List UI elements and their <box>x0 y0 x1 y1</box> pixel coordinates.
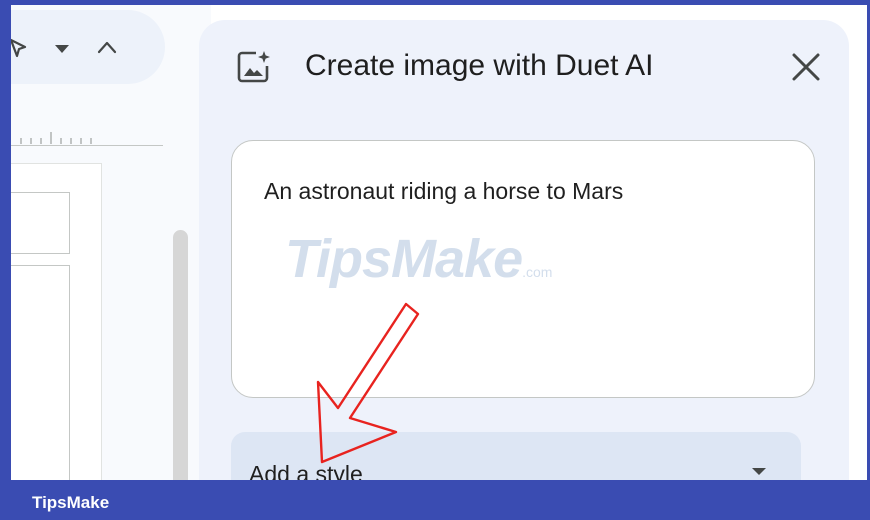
chevron-up-icon[interactable] <box>97 40 117 54</box>
frame-border-top <box>0 0 870 5</box>
document-textbox[interactable] <box>11 192 70 254</box>
screenshot-frame: Create image with Duet AI An astronaut r… <box>0 0 870 520</box>
brand-label: TipsMake <box>32 493 110 512</box>
brand-footer <box>0 480 870 520</box>
watermark-main: TipsMake <box>285 229 523 289</box>
close-icon[interactable] <box>789 50 823 84</box>
caret-down-icon[interactable] <box>752 468 766 475</box>
scrollbar[interactable] <box>173 230 188 490</box>
document-content-block[interactable] <box>11 265 70 486</box>
watermark: TipsMake.com <box>285 228 552 290</box>
ruler <box>20 132 92 144</box>
prompt-input-value: An astronaut riding a horse to Mars <box>264 178 624 204</box>
watermark-suffix: .com <box>522 264 553 280</box>
ruler-baseline <box>11 145 163 146</box>
image-sparkle-icon <box>237 51 270 83</box>
pen-tool-icon[interactable] <box>11 38 31 60</box>
frame-border-left <box>0 0 11 520</box>
panel-title: Create image with Duet AI <box>305 49 654 82</box>
chevron-down-icon[interactable] <box>55 45 69 53</box>
annotation-arrow-icon <box>316 302 420 464</box>
